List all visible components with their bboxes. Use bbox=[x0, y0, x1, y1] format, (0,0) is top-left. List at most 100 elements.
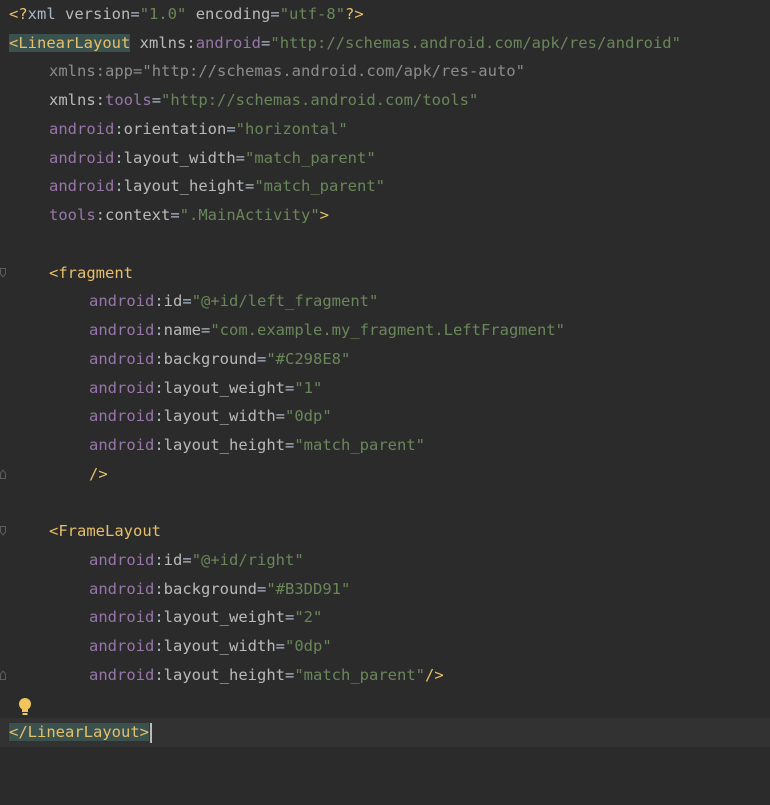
attribute-value: "1.0" bbox=[139, 5, 187, 23]
fold-marker-icon[interactable] bbox=[0, 670, 6, 680]
attribute-value: "http://schemas.android.com/apk/res/andr… bbox=[270, 34, 681, 52]
code-line[interactable]: tools:context=".MainActivity"> bbox=[0, 201, 770, 230]
attribute-name: layout_weight bbox=[163, 608, 285, 626]
code-line[interactable]: android:id="@+id/left_fragment" bbox=[0, 287, 770, 316]
code-line-current[interactable]: </LinearLayout> bbox=[0, 718, 770, 747]
attribute-name: layout_width bbox=[163, 637, 276, 655]
code-line[interactable]: /> bbox=[0, 460, 770, 489]
code-line[interactable]: <?xml version="1.0" encoding="utf-8"?> bbox=[0, 0, 770, 29]
attribute-value: "0dp" bbox=[285, 637, 332, 655]
attribute-value: "@+id/right" bbox=[191, 551, 304, 569]
namespace: android bbox=[89, 350, 155, 368]
code-line[interactable]: android:orientation="horizontal" bbox=[0, 115, 770, 144]
namespace: android bbox=[89, 379, 155, 397]
attribute-value: "1" bbox=[294, 379, 323, 397]
fold-marker-icon[interactable] bbox=[0, 526, 6, 536]
tag-name: fragment bbox=[58, 264, 133, 282]
attribute-value: "match_parent" bbox=[294, 666, 425, 684]
attribute-name: tools bbox=[105, 91, 152, 109]
attribute-value: "utf-8" bbox=[279, 5, 346, 23]
attribute-name: orientation bbox=[123, 120, 227, 138]
attribute-value: "match_parent" bbox=[254, 177, 385, 195]
matched-tag-highlight: <LinearLayout bbox=[9, 34, 131, 52]
matched-tag-highlight: </LinearLayout> bbox=[9, 723, 149, 741]
tag-name: LinearLayout bbox=[27, 723, 140, 741]
tag-name: LinearLayout bbox=[18, 34, 131, 52]
attribute-name: layout_weight bbox=[163, 379, 285, 397]
attribute-name: id bbox=[163, 551, 183, 569]
code-line[interactable]: android:background="#C298E8" bbox=[0, 345, 770, 374]
attribute-name: background bbox=[163, 580, 257, 598]
namespace: android bbox=[89, 292, 155, 310]
text-caret bbox=[150, 722, 152, 743]
namespace: android bbox=[49, 120, 115, 138]
attribute-value: ".MainActivity" bbox=[179, 206, 320, 224]
attribute-name: id bbox=[163, 292, 183, 310]
code-line[interactable]: <fragment bbox=[0, 259, 770, 288]
prolog-name: xml bbox=[27, 5, 56, 23]
namespace: android bbox=[89, 436, 155, 454]
fold-marker-icon[interactable] bbox=[0, 469, 6, 479]
attribute-value: "match_parent" bbox=[294, 436, 425, 454]
attribute-name: background bbox=[163, 350, 257, 368]
code-line[interactable]: android:layout_height="match_parent"/> bbox=[0, 661, 770, 690]
prolog-close: ?> bbox=[345, 5, 364, 23]
attribute-value: "com.example.my_fragment.LeftFragment" bbox=[210, 321, 565, 339]
attribute-name: encoding bbox=[195, 5, 271, 23]
attribute-name: version bbox=[65, 5, 131, 23]
attribute-value: "#B3DD91" bbox=[266, 580, 351, 598]
tag-name: FrameLayout bbox=[58, 522, 161, 540]
namespace: android bbox=[49, 177, 115, 195]
namespace: android bbox=[89, 608, 155, 626]
tag-close: /> bbox=[89, 465, 108, 483]
code-line[interactable]: android:layout_width="0dp" bbox=[0, 402, 770, 431]
code-line[interactable]: android:layout_width="0dp" bbox=[0, 632, 770, 661]
attribute-name: android bbox=[195, 34, 262, 52]
attribute-name: layout_height bbox=[163, 666, 285, 684]
attribute-value: "match_parent" bbox=[245, 149, 376, 167]
attribute-name: name bbox=[163, 321, 201, 339]
namespace: android bbox=[89, 321, 155, 339]
namespace: android bbox=[49, 149, 115, 167]
code-line[interactable]: xmlns:app="http://schemas.android.com/ap… bbox=[0, 57, 770, 86]
namespace: android bbox=[89, 580, 155, 598]
code-line[interactable]: android:id="@+id/right" bbox=[0, 546, 770, 575]
tag-close: /> bbox=[425, 666, 444, 684]
prolog-open: <? bbox=[9, 5, 28, 23]
tag-close: > bbox=[139, 723, 149, 741]
code-line[interactable]: android:name="com.example.my_fragment.Le… bbox=[0, 316, 770, 345]
attribute-value: "0dp" bbox=[285, 407, 332, 425]
attribute-value: "horizontal" bbox=[235, 120, 348, 138]
attribute-name: layout_width bbox=[123, 149, 236, 167]
attribute-name: layout_width bbox=[163, 407, 276, 425]
lightbulb-icon[interactable] bbox=[17, 697, 33, 717]
code-line[interactable]: <FrameLayout bbox=[0, 517, 770, 546]
attribute-value: "http://schemas.android.com/apk/res-auto… bbox=[142, 62, 525, 80]
namespace: tools bbox=[49, 206, 96, 224]
fold-marker-icon[interactable] bbox=[0, 268, 6, 278]
attribute-value: "@+id/left_fragment" bbox=[191, 292, 379, 310]
tag-close: > bbox=[319, 206, 330, 224]
attribute-name: layout_height bbox=[123, 177, 245, 195]
namespace: xmlns bbox=[139, 34, 187, 52]
namespace: xmlns bbox=[49, 62, 96, 80]
namespace: android bbox=[89, 666, 155, 684]
code-line[interactable]: xmlns:tools="http://schemas.android.com/… bbox=[0, 86, 770, 115]
attribute-name: context bbox=[105, 206, 171, 224]
code-line[interactable]: android:background="#B3DD91" bbox=[0, 575, 770, 604]
code-line[interactable]: android:layout_width="match_parent" bbox=[0, 144, 770, 173]
code-line[interactable]: android:layout_weight="2" bbox=[0, 603, 770, 632]
attribute-name: app bbox=[105, 62, 134, 80]
namespace: xmlns bbox=[49, 91, 96, 109]
code-line[interactable]: <LinearLayout xmlns:android="http://sche… bbox=[0, 29, 770, 58]
code-line[interactable]: android:layout_height="match_parent" bbox=[0, 172, 770, 201]
attribute-value: "http://schemas.android.com/tools" bbox=[161, 91, 479, 109]
namespace: android bbox=[89, 407, 155, 425]
namespace: android bbox=[89, 551, 155, 569]
code-line[interactable]: android:layout_height="match_parent" bbox=[0, 431, 770, 460]
namespace: android bbox=[89, 637, 155, 655]
attribute-value: "2" bbox=[294, 608, 323, 626]
code-editor[interactable]: <?xml version="1.0" encoding="utf-8"?> <… bbox=[0, 0, 770, 757]
code-line[interactable]: android:layout_weight="1" bbox=[0, 374, 770, 403]
attribute-value: "#C298E8" bbox=[266, 350, 351, 368]
